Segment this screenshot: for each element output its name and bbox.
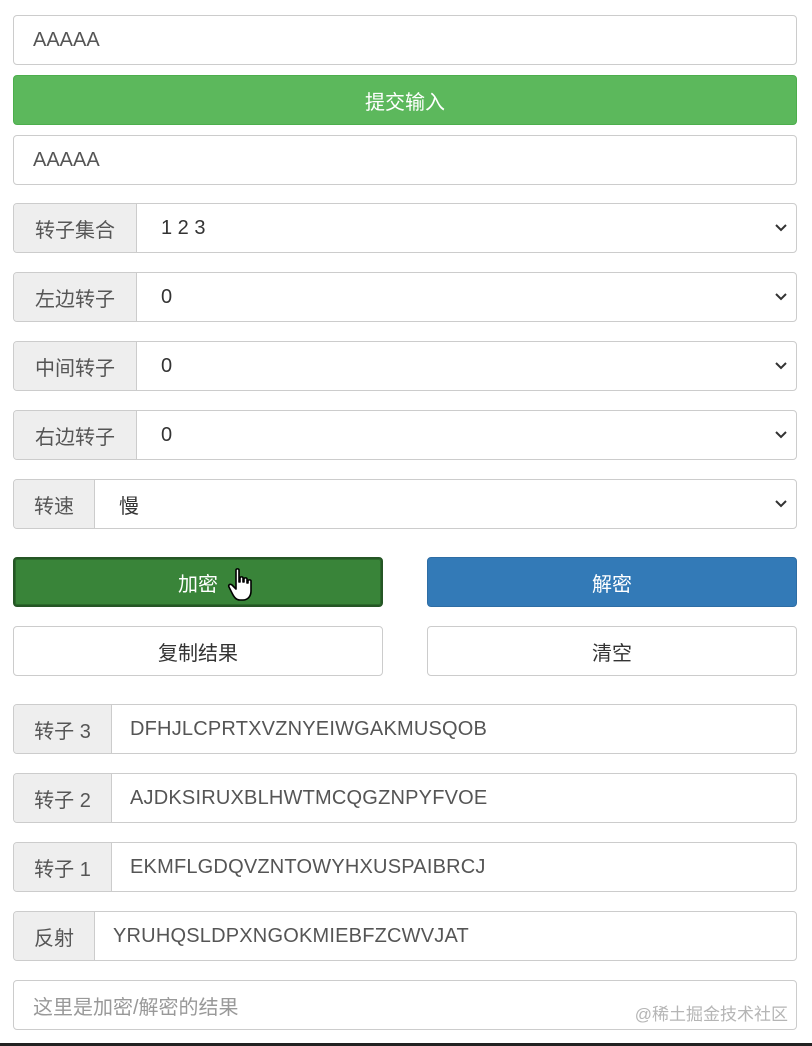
encrypt-button[interactable]: 加密 — [13, 557, 383, 607]
left-rotor-select[interactable]: 0 — [137, 273, 796, 321]
rotor3-wiring: DFHJLCPRTXVZNYEIWGAKMUSQOB — [130, 717, 488, 740]
speed-value: 慢 — [119, 495, 139, 518]
reflector-wiring: YRUHQSLDPXNGOKMIEBFZCWVJAT — [113, 924, 469, 947]
reflector-group: 反射 YRUHQSLDPXNGOKMIEBFZCWVJAT — [13, 911, 797, 961]
chevron-down-icon — [775, 224, 787, 232]
rotor-set-select[interactable]: 1 2 3 — [137, 204, 796, 252]
decrypt-button[interactable]: 解密 — [427, 557, 797, 607]
copy-result-button[interactable]: 复制结果 — [13, 626, 383, 676]
chevron-down-icon — [775, 431, 787, 439]
right-rotor-value: 0 — [161, 423, 173, 446]
rotor2-label: 转子 2 — [14, 774, 112, 822]
right-rotor-select[interactable]: 0 — [137, 411, 796, 459]
submit-input-button[interactable]: 提交输入 — [13, 75, 797, 125]
speed-select[interactable]: 慢 — [95, 480, 796, 528]
rotor-set-group: 转子集合 1 2 3 — [13, 203, 797, 253]
middle-rotor-label: 中间转子 — [14, 342, 137, 390]
middle-rotor-value: 0 — [161, 354, 173, 377]
rotor1-group: 转子 1 EKMFLGDQVZNTOWYHXUSPAIBRCJ — [13, 842, 797, 892]
speed-label: 转速 — [14, 480, 95, 528]
right-rotor-label: 右边转子 — [14, 411, 137, 459]
rotor2-wiring: AJDKSIRUXBLHWTMCQGZNPYFVOE — [130, 786, 488, 809]
middle-rotor-select[interactable]: 0 — [137, 342, 796, 390]
chevron-down-icon — [775, 293, 787, 301]
clear-button[interactable]: 清空 — [427, 626, 797, 676]
right-rotor-group: 右边转子 0 — [13, 410, 797, 460]
rotor-set-label: 转子集合 — [14, 204, 137, 252]
hand-cursor-icon — [227, 568, 252, 601]
reflector-label: 反射 — [14, 912, 95, 960]
rotor1-label: 转子 1 — [14, 843, 112, 891]
left-rotor-label: 左边转子 — [14, 273, 137, 321]
left-rotor-value: 0 — [161, 285, 173, 308]
plaintext-input[interactable]: AAAAA — [13, 15, 797, 65]
chevron-down-icon — [775, 500, 787, 508]
plaintext-input-value: AAAAA — [33, 28, 100, 51]
chevron-down-icon — [775, 362, 787, 370]
rotor3-label: 转子 3 — [14, 705, 112, 753]
rotor3-group: 转子 3 DFHJLCPRTXVZNYEIWGAKMUSQOB — [13, 704, 797, 754]
speed-group: 转速 慢 — [13, 479, 797, 529]
left-rotor-group: 左边转子 0 — [13, 272, 797, 322]
input-echo-value: AAAAA — [33, 148, 100, 171]
result-placeholder: 这里是加密/解密的结果 — [33, 996, 239, 1019]
watermark: @稀土掘金技术社区 — [634, 1005, 788, 1024]
rotor2-group: 转子 2 AJDKSIRUXBLHWTMCQGZNPYFVOE — [13, 773, 797, 823]
input-echo-field[interactable]: AAAAA — [13, 135, 797, 185]
rotor-set-value: 1 2 3 — [161, 216, 206, 239]
middle-rotor-group: 中间转子 0 — [13, 341, 797, 391]
rotor1-wiring: EKMFLGDQVZNTOWYHXUSPAIBRCJ — [130, 855, 486, 878]
